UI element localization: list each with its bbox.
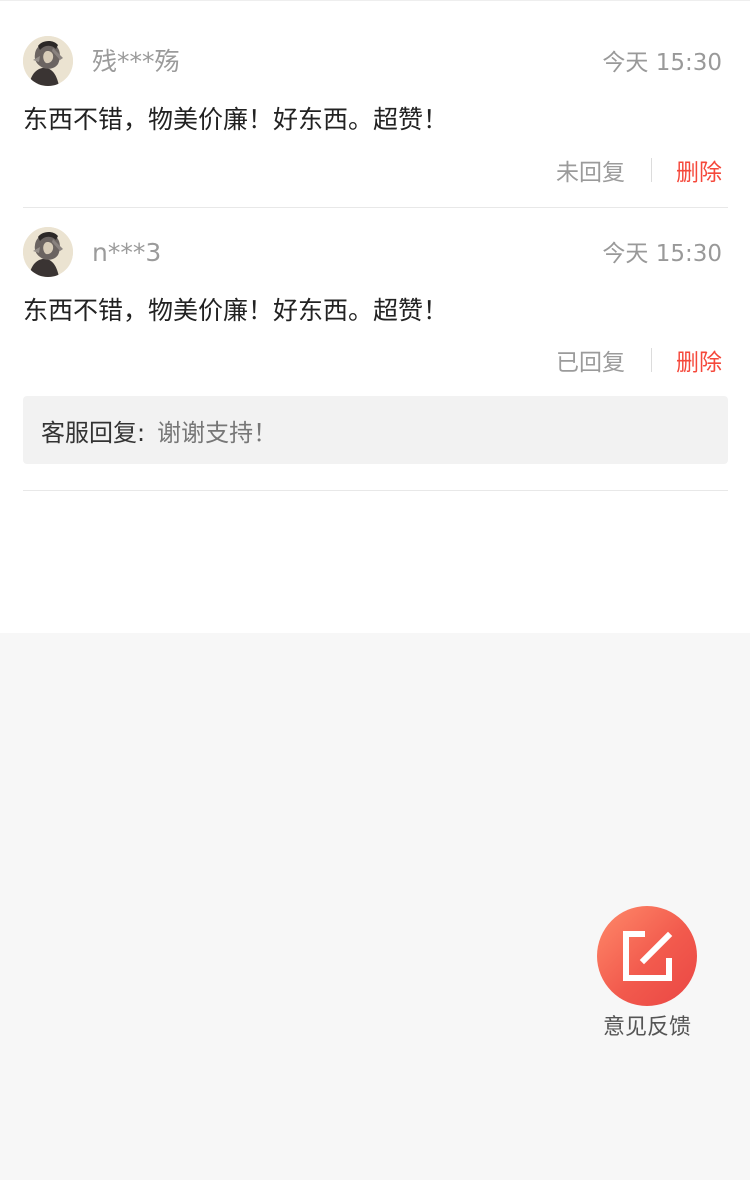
service-reply: 客服回复: 谢谢支持！ bbox=[23, 396, 728, 464]
action-divider bbox=[651, 348, 652, 372]
delete-button[interactable]: 删除 bbox=[676, 343, 722, 377]
service-reply-text: 谢谢支持！ bbox=[157, 418, 278, 447]
reply-status: 未回复 bbox=[556, 160, 625, 186]
feedback-button[interactable] bbox=[597, 906, 697, 1006]
avatar bbox=[23, 227, 73, 277]
reply-status: 已回复 bbox=[556, 350, 625, 376]
comment-time: 今天 15:30 bbox=[602, 50, 722, 76]
comment-time: 今天 15:30 bbox=[602, 241, 722, 267]
delete-button[interactable]: 删除 bbox=[676, 153, 722, 187]
comment-actions: 未回复 删除 bbox=[556, 152, 722, 188]
username: 残***殇 bbox=[92, 47, 180, 76]
service-reply-label: 客服回复: bbox=[41, 418, 146, 447]
comment-actions: 已回复 删除 bbox=[556, 342, 722, 378]
feedback-label: 意见反馈 bbox=[602, 1015, 691, 1040]
comment-item: 残***殇 今天 15:30 东西不错，物美价廉！好东西。超赞！ 未回复 删除 bbox=[23, 1, 728, 208]
comment-list: 残***殇 今天 15:30 东西不错，物美价廉！好东西。超赞！ 未回复 删除 … bbox=[0, 0, 750, 633]
comment-content: 东西不错，物美价廉！好东西。超赞！ bbox=[23, 296, 449, 325]
comment-content: 东西不错，物美价廉！好东西。超赞！ bbox=[23, 105, 449, 134]
edit-icon bbox=[623, 931, 673, 981]
avatar bbox=[23, 36, 73, 86]
comment-item: n***3 今天 15:30 东西不错，物美价廉！好东西。超赞！ 已回复 删除 … bbox=[23, 208, 728, 491]
avatar-image bbox=[23, 36, 73, 86]
action-divider bbox=[651, 158, 652, 182]
username: n***3 bbox=[92, 238, 162, 267]
avatar-image bbox=[23, 227, 73, 277]
